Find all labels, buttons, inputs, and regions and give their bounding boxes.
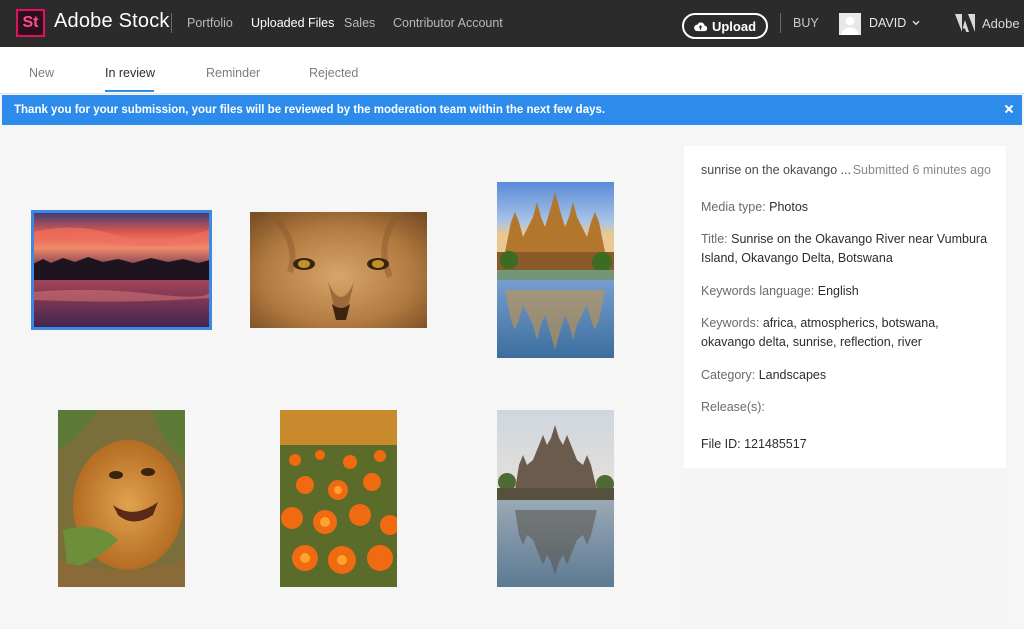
media-type-label: Media type: [701, 200, 766, 214]
avatar[interactable] [839, 13, 861, 35]
submitted-time: Submitted 6 minutes ago [852, 163, 991, 177]
chevron-down-icon [912, 20, 920, 26]
angkor-temple-image [497, 182, 614, 358]
details-panel: sunrise on the okavango ... Submitted 6 … [684, 146, 1006, 629]
nav-sales[interactable]: Sales [344, 16, 375, 30]
thumbnail-sunset-river[interactable] [31, 210, 212, 330]
thumbnail-orange-poppies[interactable] [280, 410, 397, 587]
upload-button[interactable]: Upload [682, 13, 768, 39]
title-row: Title: Sunrise on the Okavango River nea… [701, 230, 991, 268]
user-icon [841, 16, 859, 35]
thumbnail-angkor-temple[interactable] [497, 182, 614, 358]
title-value: Sunrise on the Okavango River near Vumbu… [701, 232, 988, 265]
orange-poppies-image [280, 410, 397, 587]
nav-contributor-account[interactable]: Contributor Account [393, 16, 503, 30]
file-details-card: sunrise on the okavango ... Submitted 6 … [684, 146, 1006, 468]
submission-notice: Thank you for your submission, your file… [2, 95, 1022, 125]
file-title-short: sunrise on the okavango ... [701, 163, 852, 177]
status-tabs: New In review Reminder Rejected [0, 47, 1024, 94]
category-label: Category: [701, 368, 756, 382]
tab-in-review[interactable]: In review [105, 66, 155, 80]
adobe-label: Adobe [982, 15, 1020, 31]
adobe-logo-icon [955, 14, 975, 32]
nav-uploaded-files[interactable]: Uploaded Files [251, 16, 334, 30]
keywords-row: Keywords: africa, atmospherics, botswana… [701, 314, 991, 352]
top-bar: St Adobe Stock Portfolio Uploaded Files … [0, 0, 1024, 47]
title-label: Title: [701, 232, 728, 246]
keywords-label: Keywords: [701, 316, 760, 330]
keywords-language-label: Keywords language: [701, 284, 815, 298]
lion-cub-image [58, 410, 185, 587]
upload-label: Upload [711, 18, 757, 34]
buy-link[interactable]: BUY [793, 16, 819, 30]
tab-new[interactable]: New [29, 66, 54, 80]
adobe-stock-logo[interactable]: St [16, 9, 45, 37]
sunset-river-image [33, 212, 210, 328]
file-id-row: File ID: 121485517 [701, 435, 991, 454]
adobe-link[interactable]: Adobe [955, 14, 1020, 32]
releases-row: Release(s): [701, 398, 991, 417]
divider [171, 13, 172, 33]
category-value: Landscapes [758, 368, 827, 382]
thumbnail-lion-cub[interactable] [58, 410, 185, 587]
lion-face-image [250, 212, 427, 328]
angkor-reflection-image [497, 410, 614, 587]
tab-reminder[interactable]: Reminder [206, 66, 260, 80]
media-type-row: Media type: Photos [701, 198, 991, 217]
releases-label: Release(s): [701, 400, 765, 414]
active-tab-indicator [105, 90, 154, 92]
keywords-language-row: Keywords language: English [701, 282, 991, 301]
close-icon[interactable] [1002, 102, 1016, 116]
divider [780, 13, 781, 33]
user-name: DAVID [869, 16, 907, 30]
nav-portfolio[interactable]: Portfolio [187, 16, 233, 30]
keywords-language-value: English [817, 284, 859, 298]
cloud-upload-icon [694, 21, 707, 31]
user-menu[interactable]: DAVID [869, 16, 920, 30]
notice-message: Thank you for your submission, your file… [14, 104, 606, 116]
tab-rejected[interactable]: Rejected [309, 66, 358, 80]
category-row: Category: Landscapes [701, 366, 991, 385]
file-id-label: File ID: [701, 437, 741, 451]
file-id-value: 121485517 [744, 437, 807, 451]
thumbnail-angkor-reflection[interactable] [497, 410, 614, 587]
brand-name[interactable]: Adobe Stock [54, 10, 170, 33]
thumbnail-lion-face[interactable] [250, 212, 427, 328]
media-type-value: Photos [769, 200, 809, 214]
